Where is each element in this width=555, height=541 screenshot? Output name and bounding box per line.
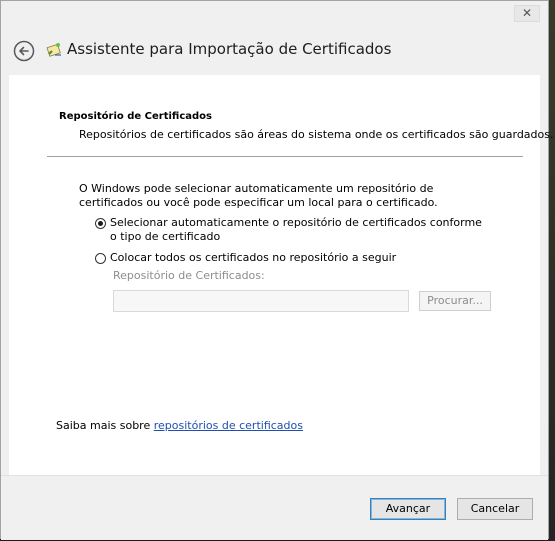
auto-select-label[interactable]: Selecionar automaticamente o repositório… bbox=[110, 216, 490, 244]
section-description: Repositórios de certificados são áreas d… bbox=[79, 128, 554, 141]
browse-button: Procurar... bbox=[419, 291, 491, 311]
back-button[interactable] bbox=[13, 40, 35, 62]
certificate-wizard-icon bbox=[45, 41, 63, 59]
store-field-label: Repositório de Certificados: bbox=[113, 269, 265, 282]
divider bbox=[47, 156, 523, 157]
cancel-button[interactable]: Cancelar bbox=[457, 498, 533, 520]
close-button[interactable]: ✕ bbox=[514, 5, 540, 22]
back-arrow-icon bbox=[13, 40, 35, 62]
place-in-store-option[interactable]: Colocar todos os certificados no reposit… bbox=[95, 251, 490, 265]
wizard-footer: Avançar Cancelar bbox=[1, 475, 548, 540]
learn-more-prefix: Saiba mais sobre bbox=[56, 419, 154, 432]
auto-select-store-option[interactable]: Selecionar automaticamente o repositório… bbox=[95, 216, 490, 244]
learn-more-link[interactable]: repositórios de certificados bbox=[154, 419, 303, 432]
wizard-title: Assistente para Importação de Certificad… bbox=[67, 40, 392, 58]
certificate-import-wizard-window: ✕ Assistente para Importação de Certific… bbox=[0, 0, 553, 540]
wizard-header: Assistente para Importação de Certificad… bbox=[1, 29, 548, 75]
next-button[interactable]: Avançar bbox=[370, 498, 446, 520]
close-icon: ✕ bbox=[521, 6, 533, 20]
store-input bbox=[113, 290, 409, 312]
title-bar: ✕ bbox=[1, 1, 548, 29]
auto-select-radio[interactable] bbox=[95, 218, 106, 229]
section-title: Repositório de Certificados bbox=[59, 111, 213, 122]
place-in-store-radio[interactable] bbox=[95, 253, 106, 264]
wizard-content: Repositório de Certificados Repositórios… bbox=[9, 75, 553, 475]
place-in-store-label[interactable]: Colocar todos os certificados no reposit… bbox=[110, 251, 490, 265]
learn-more-text: Saiba mais sobre repositórios de certifi… bbox=[56, 419, 303, 432]
intro-text: O Windows pode selecionar automaticament… bbox=[79, 182, 438, 209]
